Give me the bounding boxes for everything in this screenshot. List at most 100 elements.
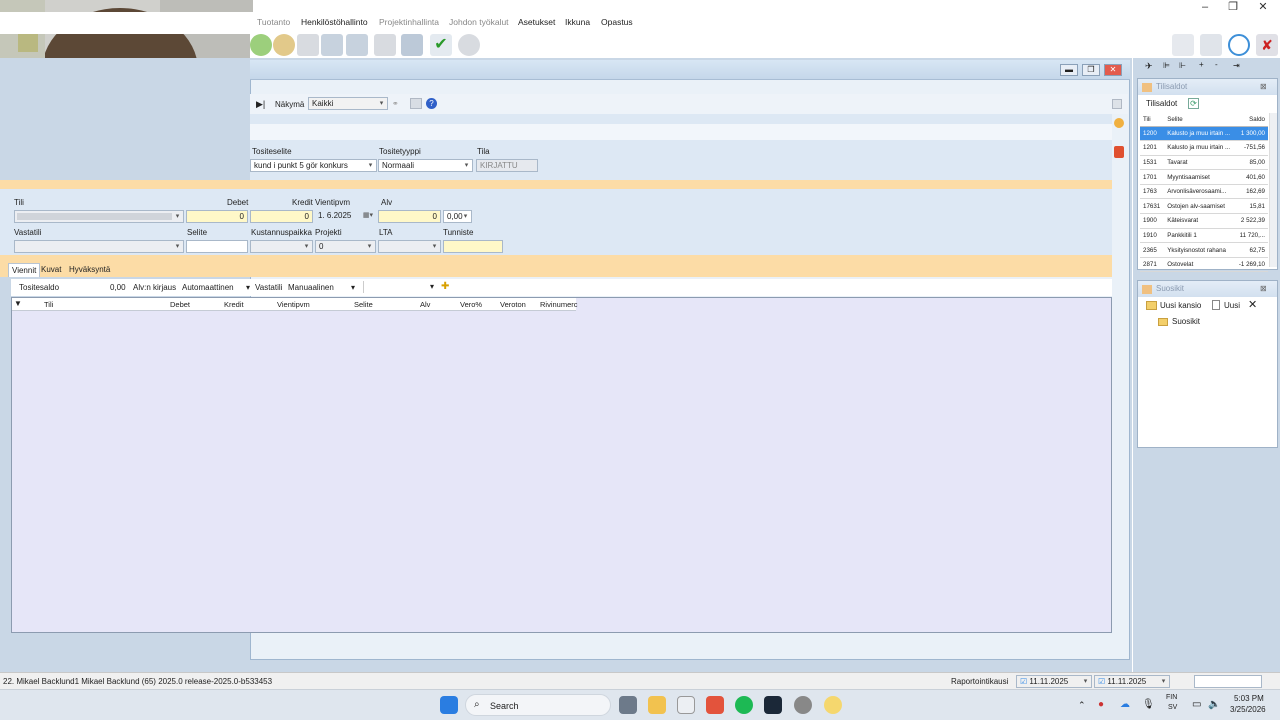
- checkbox-icon[interactable]: ☑: [1098, 677, 1105, 686]
- delete-icon[interactable]: ✕: [1248, 298, 1257, 311]
- view-select[interactable]: Kaikki ▾: [308, 97, 388, 110]
- bookmark-icon[interactable]: [1114, 146, 1124, 158]
- microphone-icon[interactable]: 🎙: [1142, 699, 1155, 710]
- menu-asetukset[interactable]: Asetukset: [518, 17, 555, 27]
- tab-kuvat[interactable]: Kuvat: [38, 263, 64, 276]
- language-fin[interactable]: FIN: [1166, 694, 1177, 701]
- balances-scrollbar[interactable]: [1269, 113, 1277, 267]
- add-row-icon[interactable]: ✚: [441, 281, 449, 292]
- col-selite[interactable]: Selite: [354, 300, 373, 309]
- tositetyyppi-select[interactable]: Normaali ▾: [378, 159, 473, 172]
- coins-icon[interactable]: [273, 34, 295, 56]
- table-row[interactable]: 2871 Ostovelat -1 269,10: [1140, 257, 1268, 273]
- logout-icon[interactable]: ✘: [1256, 34, 1278, 56]
- steam-icon[interactable]: [764, 696, 782, 714]
- balances-tab[interactable]: Tilisaldot: [1146, 99, 1177, 108]
- brave-icon[interactable]: [706, 696, 724, 714]
- tray-icon[interactable]: ●: [1098, 699, 1104, 710]
- tab-hyvaksynta[interactable]: Hyväksyntä: [66, 263, 113, 276]
- col-debet[interactable]: Debet: [170, 300, 190, 309]
- documents-icon[interactable]: [401, 34, 423, 56]
- extra-select[interactable]: ▾: [363, 281, 439, 293]
- favorites-tree-root[interactable]: Suosikit: [1172, 317, 1200, 326]
- chevron-up-icon[interactable]: ⌃: [1078, 700, 1086, 711]
- align-right-icon[interactable]: ⊩: [1179, 61, 1186, 70]
- table-row[interactable]: 1531 Tavarat 85,00: [1140, 155, 1268, 171]
- kustannuspaikka-select[interactable]: ▾: [250, 240, 313, 253]
- table-row[interactable]: 1910 Pankkitili 1 11 720,...: [1140, 228, 1268, 244]
- active-app-icon[interactable]: [824, 696, 842, 714]
- selite-field[interactable]: [186, 240, 248, 253]
- alv-kirjaus-select[interactable]: Automaattinen: [182, 283, 234, 292]
- help-circle-icon[interactable]: [458, 34, 480, 56]
- spotify-icon[interactable]: [735, 696, 753, 714]
- summary-vastatili-select[interactable]: Manuaalinen: [288, 283, 334, 292]
- table-row[interactable]: 1763 Arvonlisäverosaami... 162,69: [1140, 184, 1268, 200]
- menu-tuotanto[interactable]: Tuotanto: [257, 17, 290, 27]
- app-icon[interactable]: [794, 696, 812, 714]
- window-minimize-button[interactable]: ▬: [1060, 64, 1078, 76]
- mail-icon[interactable]: [374, 34, 396, 56]
- chart-icon[interactable]: [346, 34, 368, 56]
- clock-time[interactable]: 5:03 PM: [1234, 694, 1264, 703]
- col-vientipvm[interactable]: Vientipvm: [277, 300, 310, 309]
- task-view-icon[interactable]: [619, 696, 637, 714]
- new-folder-button[interactable]: Uusi kansio: [1160, 301, 1201, 310]
- align-left-icon[interactable]: ⊫: [1163, 61, 1170, 70]
- tab-viennit[interactable]: Viennit: [8, 263, 41, 277]
- debet-field[interactable]: 0: [186, 210, 248, 223]
- col-selite[interactable]: Selite: [1164, 113, 1234, 127]
- menu-opastus[interactable]: Opastus: [601, 17, 633, 27]
- table-row[interactable]: 1900 Käteisvarat 2 522,39: [1140, 213, 1268, 229]
- tunniste-field[interactable]: [443, 240, 503, 253]
- tili-select[interactable]: ▾: [14, 210, 184, 223]
- table-row[interactable]: 17631 Ostojen alv-saamiset 15,81: [1140, 198, 1268, 215]
- windows-start-icon[interactable]: [440, 696, 458, 714]
- language-sv[interactable]: SV: [1168, 704, 1177, 711]
- period-end-field[interactable]: ☑ 11.11.2025 ▾: [1094, 675, 1170, 688]
- menu-ikkuna[interactable]: Ikkuna: [565, 17, 590, 27]
- col-kredit[interactable]: Kredit: [224, 300, 244, 309]
- table-row[interactable]: 2365 Yksityisnostot rahana 62,75: [1140, 242, 1268, 258]
- search-box[interactable]: ⌕ Search: [465, 694, 611, 716]
- window-close-button[interactable]: ✕: [1104, 64, 1122, 76]
- panel-toggle-icon[interactable]: [1112, 99, 1122, 109]
- alv-pct-select[interactable]: 0,00 ▾: [443, 210, 472, 223]
- lta-select[interactable]: ▾: [378, 240, 441, 253]
- globe-icon[interactable]: [250, 34, 272, 56]
- alv-field[interactable]: 0: [378, 210, 441, 223]
- report-icon[interactable]: [321, 34, 343, 56]
- col-rivinumero[interactable]: Rivinumerc: [540, 300, 578, 309]
- clock-icon[interactable]: [1228, 34, 1250, 56]
- tositeselite-field[interactable]: kund i punkt 5 gör konkurs ▾: [250, 159, 377, 172]
- filter-icon[interactable]: [410, 98, 422, 109]
- calendar-icon[interactable]: [1200, 34, 1222, 56]
- table-row[interactable]: 1201 Kalusto ja muu irtain ... -751,56: [1140, 140, 1268, 156]
- panel-close-icon[interactable]: ⊠: [1260, 82, 1267, 91]
- kredit-field[interactable]: 0: [250, 210, 313, 223]
- filter-row-icon[interactable]: ▼: [14, 299, 22, 308]
- col-alv[interactable]: Alv: [420, 300, 430, 309]
- col-vero-pct[interactable]: Vero%: [460, 300, 482, 309]
- volume-icon[interactable]: 🔈: [1208, 699, 1220, 710]
- col-veroton[interactable]: Veroton: [500, 300, 526, 309]
- store-icon[interactable]: [677, 696, 695, 714]
- calendar-dropdown-icon[interactable]: ▦▾: [361, 210, 375, 221]
- vastatili-select[interactable]: ▾: [14, 240, 184, 253]
- entries-grid[interactable]: [11, 297, 1112, 633]
- col-tili[interactable]: Tili: [44, 300, 53, 309]
- vientipvm-field[interactable]: 1. 6.2025 ▦▾: [315, 210, 375, 223]
- projekti-select[interactable]: 0 ▾: [315, 240, 376, 253]
- col-tili[interactable]: Tili: [1140, 113, 1165, 127]
- table-row[interactable]: 1701 Myyntisaamiset 401,60: [1140, 169, 1268, 185]
- checkmark-icon[interactable]: ✔: [430, 34, 452, 56]
- menu-henkilostohallinto[interactable]: Henkilöstöhallinto: [301, 17, 368, 27]
- panel-close-icon[interactable]: ⊠: [1260, 284, 1267, 293]
- checkbox-icon[interactable]: ☑: [1020, 677, 1027, 686]
- pin-icon[interactable]: ✈: [1145, 61, 1153, 72]
- file-explorer-icon[interactable]: [648, 696, 666, 714]
- onedrive-icon[interactable]: ☁: [1120, 699, 1130, 710]
- col-saldo[interactable]: Saldo: [1233, 113, 1268, 127]
- print-icon[interactable]: [297, 34, 319, 56]
- plus-icon[interactable]: +: [1199, 60, 1204, 69]
